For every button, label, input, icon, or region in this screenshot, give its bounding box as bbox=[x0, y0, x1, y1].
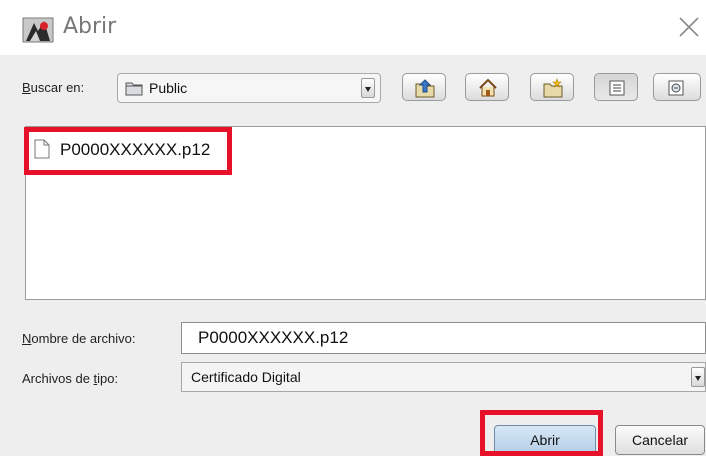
open-button[interactable]: Abrir bbox=[494, 425, 596, 455]
folder-icon bbox=[125, 80, 143, 101]
cancel-button[interactable]: Cancelar bbox=[615, 425, 705, 455]
file-type-combobox[interactable]: Certificado Digital bbox=[181, 362, 706, 392]
file-name: P0000XXXXXX.p12 bbox=[60, 140, 211, 159]
look-in-label: Buscar en: bbox=[22, 80, 85, 95]
file-name-label: Nombre de archivo: bbox=[22, 331, 136, 346]
file-type-label: Archivos de tipo: bbox=[22, 371, 119, 386]
home-button[interactable] bbox=[465, 73, 509, 101]
details-view-button[interactable] bbox=[653, 73, 701, 101]
java-duke-icon bbox=[22, 17, 54, 43]
look-in-value: Public bbox=[149, 80, 188, 96]
file-name-field[interactable] bbox=[181, 322, 706, 354]
look-in-combobox[interactable]: Public bbox=[117, 73, 381, 103]
window-title: Abrir bbox=[63, 14, 117, 39]
up-one-level-button[interactable] bbox=[402, 73, 446, 101]
new-folder-button[interactable] bbox=[530, 73, 574, 101]
file-list[interactable]: P0000XXXXXX.p12 bbox=[25, 126, 706, 300]
chevron-down-icon[interactable] bbox=[691, 367, 705, 387]
file-type-value: Certificado Digital bbox=[191, 369, 301, 385]
close-x-icon[interactable] bbox=[678, 16, 700, 38]
chevron-down-icon[interactable] bbox=[361, 78, 375, 98]
title-bar: Abrir bbox=[0, 0, 706, 55]
list-view-button[interactable] bbox=[594, 73, 638, 101]
